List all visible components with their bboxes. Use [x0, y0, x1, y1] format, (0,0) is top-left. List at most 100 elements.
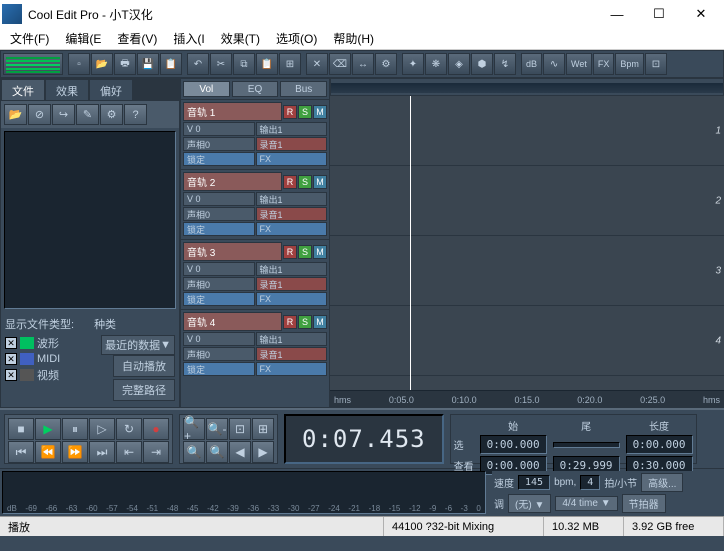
- close-button[interactable]: ✕: [680, 0, 722, 28]
- timeline-overview[interactable]: [330, 78, 724, 96]
- goto-start-button[interactable]: ⏮: [8, 441, 34, 463]
- zoom-out-h-icon[interactable]: 🔍-: [206, 418, 228, 440]
- track-record-toggle[interactable]: R: [283, 245, 297, 259]
- track-volume[interactable]: V 0: [183, 122, 255, 136]
- paste-icon[interactable]: 📋: [256, 53, 278, 75]
- midi-checkbox[interactable]: ✕: [5, 353, 17, 365]
- track-name[interactable]: 音轨 3: [183, 242, 282, 261]
- tool-b-icon[interactable]: ⊡: [645, 53, 667, 75]
- mix-paste-icon[interactable]: ⊞: [279, 53, 301, 75]
- trim-icon[interactable]: ✕: [306, 53, 328, 75]
- track-pan[interactable]: 声相0: [183, 277, 255, 291]
- track-fx[interactable]: FX: [256, 152, 328, 166]
- cut-icon[interactable]: ✂: [210, 53, 232, 75]
- track-fx[interactable]: FX: [256, 292, 328, 306]
- track-fx[interactable]: FX: [256, 222, 328, 236]
- track-pan[interactable]: 声相0: [183, 207, 255, 221]
- convert-icon[interactable]: ↔: [352, 53, 374, 75]
- sel-end-field[interactable]: [553, 442, 620, 448]
- track-name[interactable]: 音轨 4: [183, 312, 282, 331]
- file-options-icon[interactable]: ⚙: [100, 104, 123, 125]
- goto-end-button[interactable]: ⏭: [89, 441, 115, 463]
- track-output[interactable]: 输出1: [256, 192, 328, 206]
- advanced-button[interactable]: 高级...: [641, 473, 683, 492]
- sel-begin-field[interactable]: 0:00.000: [480, 435, 547, 454]
- effect-1-icon[interactable]: ✦: [402, 53, 424, 75]
- effect-4-icon[interactable]: ⬢: [471, 53, 493, 75]
- menu-view[interactable]: 查看(V): [109, 28, 165, 49]
- time-ruler[interactable]: hms 0:05.0 0:10.0 0:15.0 0:20.0 0:25.0 h…: [330, 390, 724, 408]
- file-list[interactable]: [4, 131, 176, 309]
- fullpath-button[interactable]: 完整路径: [113, 379, 175, 401]
- track-rec-input[interactable]: 录音1: [256, 347, 328, 361]
- settings-icon[interactable]: ⚙: [375, 53, 397, 75]
- track-solo-toggle[interactable]: S: [298, 245, 312, 259]
- tool-a-icon[interactable]: ∿: [543, 53, 565, 75]
- track-solo-toggle[interactable]: S: [298, 315, 312, 329]
- zoom-right-icon[interactable]: ▶: [252, 441, 274, 463]
- menu-edit[interactable]: 编辑(E: [57, 28, 109, 49]
- minimize-button[interactable]: —: [596, 0, 638, 28]
- maximize-button[interactable]: ☐: [638, 0, 680, 28]
- record-button[interactable]: ●: [143, 418, 169, 440]
- track-rec-input[interactable]: 录音1: [256, 137, 328, 151]
- track-record-toggle[interactable]: R: [283, 105, 297, 119]
- track-name[interactable]: 音轨 1: [183, 102, 282, 121]
- tab-prefs[interactable]: 偏好: [89, 79, 133, 101]
- waveform-view-icon[interactable]: [3, 53, 63, 75]
- zoom-left-icon[interactable]: ◀: [229, 441, 251, 463]
- effect-3-icon[interactable]: ◈: [448, 53, 470, 75]
- mixer-tab-vol[interactable]: Vol: [183, 81, 230, 97]
- play-loop-button[interactable]: ▷: [89, 418, 115, 440]
- track-solo-toggle[interactable]: S: [298, 105, 312, 119]
- file-edit-icon[interactable]: ✎: [76, 104, 99, 125]
- playhead[interactable]: [410, 96, 411, 390]
- track-output[interactable]: 输出1: [256, 122, 328, 136]
- play-button[interactable]: ▶: [35, 418, 61, 440]
- tab-files[interactable]: 文件: [1, 79, 45, 101]
- track-volume[interactable]: V 0: [183, 192, 255, 206]
- zoom-in-h-icon[interactable]: 🔍+: [183, 418, 205, 440]
- stop-button[interactable]: ■: [8, 418, 34, 440]
- tracks-view[interactable]: 1 2 3 4: [330, 96, 724, 390]
- mixer-tab-eq[interactable]: EQ: [232, 81, 279, 97]
- track-rec-input[interactable]: 录音1: [256, 277, 328, 291]
- track-mute-toggle[interactable]: M: [313, 105, 327, 119]
- prev-marker-button[interactable]: ⇤: [116, 441, 142, 463]
- menu-insert[interactable]: 插入(I: [165, 28, 212, 49]
- zoom-sel-icon[interactable]: ⊞: [252, 418, 274, 440]
- open-file-icon[interactable]: 📂: [91, 53, 113, 75]
- pause-button[interactable]: ⏸: [62, 418, 88, 440]
- track-mute-toggle[interactable]: M: [313, 315, 327, 329]
- beats-field[interactable]: 4: [580, 475, 600, 490]
- waveform-checkbox[interactable]: ✕: [5, 337, 17, 349]
- menu-file[interactable]: 文件(F): [2, 28, 57, 49]
- effect-5-icon[interactable]: ↯: [494, 53, 516, 75]
- track-pan[interactable]: 声相0: [183, 137, 255, 151]
- mixer-tab-bus[interactable]: Bus: [280, 81, 327, 97]
- file-open-icon[interactable]: 📂: [4, 104, 27, 125]
- track-lock[interactable]: 锁定: [183, 362, 255, 376]
- menu-help[interactable]: 帮助(H): [325, 28, 382, 49]
- zoom-full-icon[interactable]: ⊡: [229, 418, 251, 440]
- file-insert-icon[interactable]: ↪: [52, 104, 75, 125]
- recent-dropdown[interactable]: 最近的数据▼: [101, 335, 175, 355]
- track-volume[interactable]: V 0: [183, 332, 255, 346]
- rewind-button[interactable]: ⏪: [35, 441, 61, 463]
- track-record-toggle[interactable]: R: [283, 315, 297, 329]
- track-lock[interactable]: 锁定: [183, 222, 255, 236]
- track-lock[interactable]: 锁定: [183, 292, 255, 306]
- track-mute-toggle[interactable]: M: [313, 245, 327, 259]
- menu-options[interactable]: 选项(O): [268, 28, 325, 49]
- video-checkbox[interactable]: ✕: [5, 369, 17, 381]
- file-close-icon[interactable]: ⊘: [28, 104, 51, 125]
- zoom-out-v-icon[interactable]: 🔍: [206, 441, 228, 463]
- metronome-button[interactable]: 节拍器: [622, 494, 666, 513]
- tab-effects[interactable]: 效果: [45, 79, 89, 101]
- bpm-button[interactable]: Bpm: [615, 53, 644, 75]
- loop-button[interactable]: ↻: [116, 418, 142, 440]
- track-record-toggle[interactable]: R: [283, 175, 297, 189]
- track-rec-input[interactable]: 录音1: [256, 207, 328, 221]
- next-marker-button[interactable]: ⇥: [143, 441, 169, 463]
- track-lock[interactable]: 锁定: [183, 152, 255, 166]
